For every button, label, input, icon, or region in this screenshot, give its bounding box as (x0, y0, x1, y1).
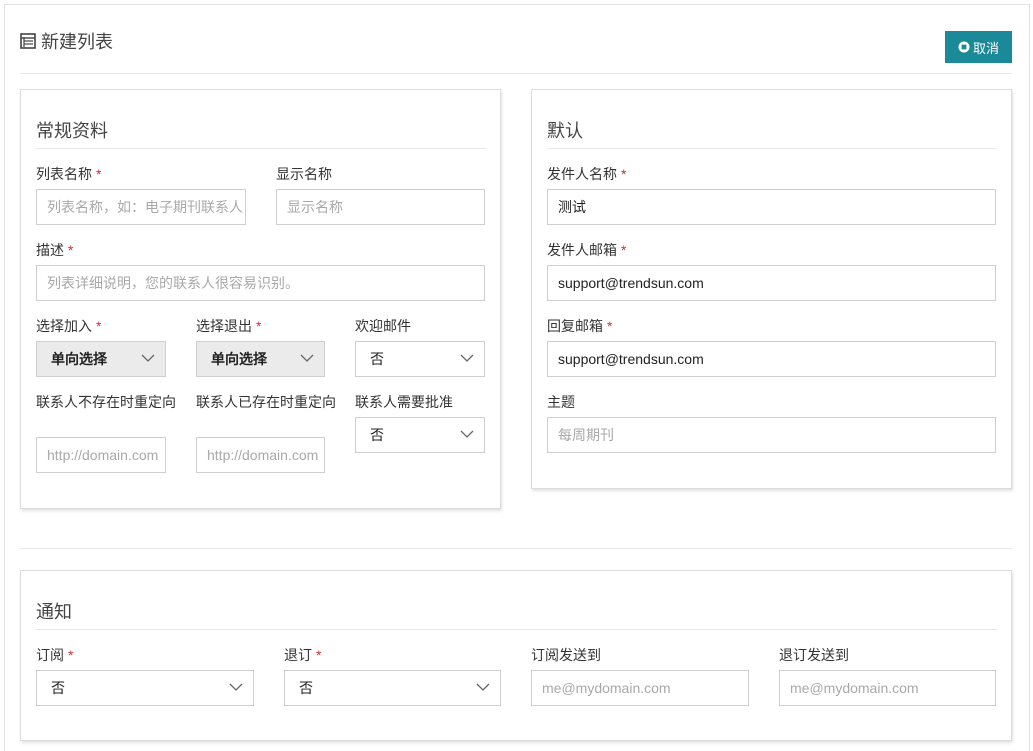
defaults-panel-title: 默认 (547, 121, 583, 141)
chevron-down-icon (300, 354, 314, 362)
chevron-down-icon (460, 354, 474, 362)
general-panel-title: 常规资料 (36, 121, 108, 141)
approval-label: 联系人需要批准 (355, 394, 453, 410)
subscribe-to-input[interactable]: me@mydomain.com (531, 670, 749, 706)
sender-name-input[interactable]: 测试 (547, 189, 996, 225)
list-name-input[interactable]: 列表名称，如：电子期刊联系人 (36, 189, 246, 225)
chevron-down-icon (229, 683, 243, 691)
defaults-panel: 默认 发件人名称 * 测试 发件人邮箱 * support@trendsun.com… (531, 89, 1012, 489)
unsubscribe-label: 退订 * (284, 647, 322, 663)
notify-panel-divider (36, 629, 997, 630)
cancel-button[interactable]: 取消 (945, 31, 1012, 63)
header-divider (20, 73, 1012, 74)
opt-out-select[interactable]: 单向选择 (196, 341, 325, 377)
general-panel-divider (36, 148, 486, 149)
list-name-label: 列表名称 * (36, 166, 102, 182)
redirect-exist-label: 联系人已存在时重定向 (196, 394, 336, 410)
subscribe-value: 否 (51, 680, 65, 696)
welcome-mail-label: 欢迎邮件 (355, 318, 411, 334)
page-header: 新建列表 (20, 28, 113, 54)
chevron-down-icon (476, 683, 490, 691)
notify-panel-title: 通知 (36, 602, 72, 622)
sender-email-input[interactable]: support@trendsun.com (547, 265, 996, 301)
list-icon (20, 33, 36, 49)
opt-in-value: 单向选择 (51, 351, 107, 367)
description-label: 描述 * (36, 242, 74, 258)
defaults-panel-divider (547, 148, 997, 149)
close-circle-icon (958, 41, 970, 53)
chevron-down-icon (141, 354, 155, 362)
redirect-new-input[interactable]: http://domain.com (36, 437, 166, 473)
sender-name-label: 发件人名称 * (547, 166, 627, 182)
redirect-new-label: 联系人不存在时重定向 (36, 394, 176, 410)
unsubscribe-select[interactable]: 否 (284, 670, 501, 706)
approval-value: 否 (370, 427, 384, 443)
reply-email-input[interactable]: support@trendsun.com (547, 341, 996, 377)
unsubscribe-to-input[interactable]: me@mydomain.com (779, 670, 996, 706)
description-input[interactable]: 列表详细说明，您的联系人很容易识别。 (36, 265, 485, 301)
unsubscribe-value: 否 (299, 680, 313, 696)
display-name-input[interactable]: 显示名称 (276, 189, 485, 225)
redirect-exist-input[interactable]: http://domain.com (196, 437, 325, 473)
subject-label: 主题 (547, 394, 575, 410)
section-divider (20, 548, 1012, 549)
display-name-label: 显示名称 (276, 166, 332, 182)
welcome-mail-value: 否 (370, 351, 384, 367)
cancel-button-label: 取消 (972, 40, 999, 56)
subscribe-to-label: 订阅发送到 (531, 647, 601, 663)
subject-input[interactable]: 每周期刊 (547, 417, 996, 453)
general-panel: 常规资料 列表名称 * 列表名称，如：电子期刊联系人 显示名称 显示名称 描述 * … (20, 89, 501, 509)
subscribe-select[interactable]: 否 (36, 670, 254, 706)
reply-email-label: 回复邮箱 * (547, 318, 613, 334)
approval-select[interactable]: 否 (355, 417, 485, 453)
unsubscribe-to-label: 退订发送到 (779, 647, 849, 663)
welcome-mail-select[interactable]: 否 (355, 341, 485, 377)
opt-in-select[interactable]: 单向选择 (36, 341, 166, 377)
chevron-down-icon (460, 430, 474, 438)
opt-out-value: 单向选择 (211, 351, 267, 367)
subscribe-label: 订阅 * (36, 647, 74, 663)
opt-out-label: 选择退出 * (196, 318, 262, 334)
page-title: 新建列表 (41, 32, 113, 52)
notify-panel: 通知 订阅 * 否 退订 * 否 订阅发送到 me@mydomain.com 退订发… (20, 570, 1012, 741)
opt-in-label: 选择加入 * (36, 318, 102, 334)
sender-email-label: 发件人邮箱 * (547, 242, 627, 258)
